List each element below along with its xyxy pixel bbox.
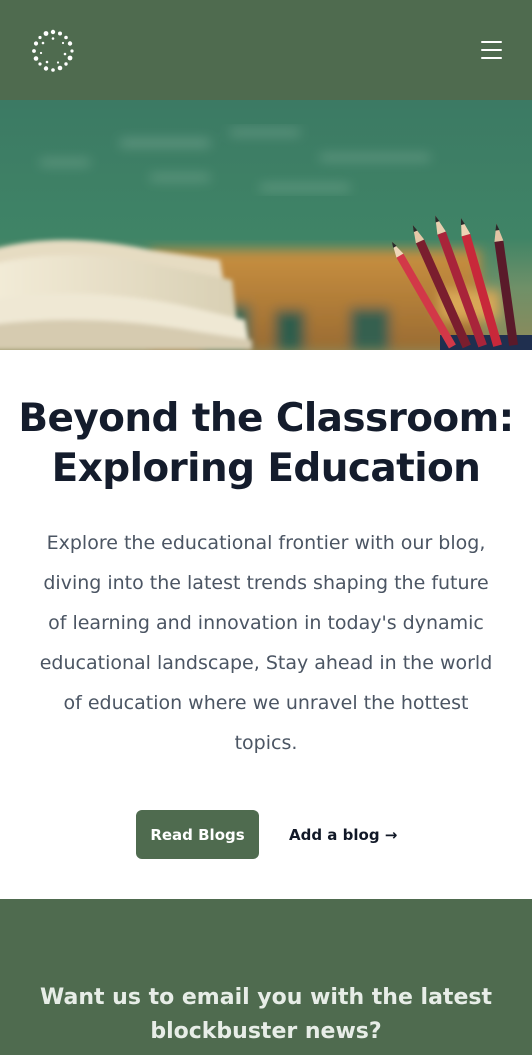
hamburger-menu-icon[interactable] [478, 38, 506, 62]
intro-line: Explore the educational frontier with ou… [46, 532, 486, 554]
newsletter-section: Want us to email you with the latest blo… [0, 899, 532, 1055]
main-content: Beyond the Classroom: Exploring Educatio… [0, 350, 532, 899]
page-title-line-2: Exploring Education [51, 446, 481, 491]
intro-paragraph: Explore the educational frontier with ou… [24, 523, 508, 763]
intro-line: topics. [234, 732, 298, 754]
logo-icon[interactable] [30, 28, 76, 74]
intro-line: of education where we unravel the hottes… [63, 692, 469, 714]
page-title-line-1: Beyond the Classroom: [18, 396, 514, 441]
newsletter-title-line-1: Want us to email you with the latest [40, 985, 492, 1010]
read-blogs-button[interactable]: Read Blogs [136, 810, 259, 859]
add-blog-link[interactable]: Add a blog → [289, 823, 397, 847]
site-header [0, 0, 532, 100]
hero-image [0, 100, 532, 350]
newsletter-title-line-2: blockbuster news? [150, 1019, 382, 1044]
intro-line: educational landscape, Stay ahead in the… [39, 652, 493, 674]
page-title: Beyond the Classroom: Exploring Educatio… [16, 394, 516, 494]
newsletter-title: Want us to email you with the latest blo… [20, 981, 512, 1049]
intro-line: diving into the latest trends shaping th… [43, 572, 489, 594]
intro-line: of learning and innovation in today's dy… [48, 612, 484, 634]
